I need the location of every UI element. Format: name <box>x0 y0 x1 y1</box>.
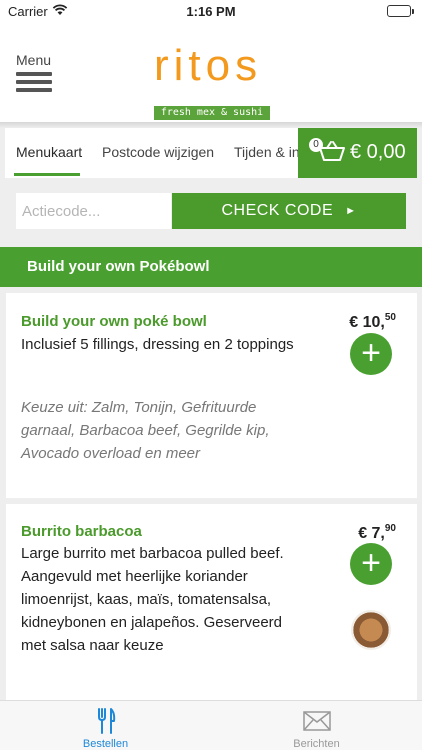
fork-knife-icon <box>98 708 116 734</box>
cart-total: € 0,00 <box>350 141 406 163</box>
tab-postcode-wijzigen[interactable]: Postcode wijzigen <box>102 144 214 160</box>
menu-label: Menu <box>16 52 52 68</box>
category-header: Build your own Pokébowl <box>0 247 422 287</box>
battery-icon <box>387 5 414 17</box>
tab-tijden-info[interactable]: Tijden & in <box>234 144 300 160</box>
product-name: Build your own poké bowl <box>21 313 207 330</box>
tab-berichten[interactable]: Berichten <box>211 701 422 750</box>
product-note: Keuze uit: Zalm, Tonijn, Gefrituurde gar… <box>21 399 270 462</box>
tab-bestellen[interactable]: Bestellen <box>0 701 211 750</box>
menu-button[interactable]: Menu <box>16 52 56 92</box>
logo-word: ritos <box>154 41 263 90</box>
product-thumbnail[interactable] <box>351 610 391 650</box>
add-to-cart-button[interactable]: + <box>350 543 392 585</box>
product-card: Build your own poké bowl Inclusief 5 fil… <box>6 293 417 498</box>
play-arrow-icon: ► <box>345 205 357 217</box>
check-code-label: CHECK CODE <box>221 202 334 219</box>
product-card: Burrito barbacoa Large burrito met barba… <box>6 504 417 700</box>
action-code-row: CHECK CODE ► <box>16 193 406 229</box>
clock: 1:16 PM <box>186 4 236 19</box>
product-price: € 7,90 <box>358 523 396 542</box>
status-bar: Carrier 1:16 PM <box>0 0 422 22</box>
tab-menukaart[interactable]: Menukaart <box>16 144 82 160</box>
plus-icon: + <box>361 544 381 582</box>
action-code-input[interactable] <box>16 193 171 229</box>
cart-button[interactable]: 0 € 0,00 <box>298 128 417 178</box>
ritos-logo: ritos fresh mex & sushi <box>154 41 274 120</box>
product-price: € 10,50 <box>349 312 396 331</box>
hamburger-icon <box>16 72 56 92</box>
check-code-button[interactable]: CHECK CODE ► <box>172 193 406 229</box>
app-header: Menu ritos fresh mex & sushi <box>0 22 422 122</box>
add-to-cart-button[interactable]: + <box>350 333 392 375</box>
logo-tagline: fresh mex & sushi <box>154 106 270 120</box>
envelope-icon <box>303 711 331 731</box>
product-name: Burrito barbacoa <box>21 523 142 540</box>
basket-icon <box>318 140 346 167</box>
tab-berichten-label: Berichten <box>293 738 340 750</box>
product-description: Inclusief 5 fillings, dressing en 2 topp… <box>21 336 294 353</box>
plus-icon: + <box>361 334 381 372</box>
product-description: Large burrito met barbacoa pulled beef. … <box>21 545 284 654</box>
bottom-tab-bar: Bestellen Berichten <box>0 700 422 750</box>
tab-bestellen-label: Bestellen <box>82 738 129 750</box>
active-tab-indicator <box>14 173 80 176</box>
